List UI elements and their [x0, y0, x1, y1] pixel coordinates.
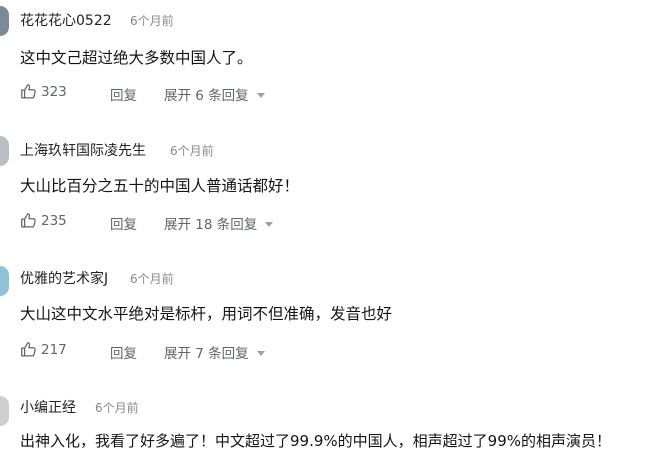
avatar[interactable]: [0, 136, 9, 166]
comment-time: 6个月前: [130, 272, 174, 286]
avatar[interactable]: [0, 396, 9, 426]
expand-replies-button[interactable]: 展开 18 条回复: [164, 213, 274, 233]
expand-replies-button[interactable]: 展开 6 条回复: [164, 84, 265, 104]
thumbs-up-icon: [21, 213, 36, 228]
comment-text: 这中文己超过绝大多数中国人了。: [20, 49, 253, 67]
comment-time: 6个月前: [170, 144, 214, 158]
comment-username[interactable]: 小编正经: [20, 397, 76, 417]
chevron-down-icon: [265, 222, 274, 227]
comment-text: 大山比百分之五十的中国人普通话都好！: [20, 177, 300, 195]
like-count: 235: [41, 213, 67, 229]
avatar[interactable]: [0, 266, 9, 296]
reply-button[interactable]: 回复: [110, 342, 137, 362]
reply-button[interactable]: 回复: [110, 84, 137, 104]
comment-time: 6个月前: [95, 401, 139, 415]
reply-button[interactable]: 回复: [110, 213, 137, 233]
comment-username[interactable]: 花花花心0522: [20, 10, 112, 30]
thumbs-up-icon: [21, 84, 36, 99]
expand-replies-label: 展开 6 条回复: [164, 88, 249, 104]
comment-username[interactable]: 优雅的艺术家J: [20, 268, 108, 288]
expand-replies-label: 展开 18 条回复: [164, 217, 258, 233]
comment-time: 6个月前: [130, 14, 174, 28]
chevron-down-icon: [256, 351, 265, 356]
expand-replies-label: 展开 7 条回复: [164, 346, 249, 362]
comment-text: 出神入化，我看了好多遍了！中文超过了99.9%的中国人，相声超过了99%的相声演…: [20, 432, 611, 450]
expand-replies-button[interactable]: 展开 7 条回复: [164, 342, 265, 362]
avatar[interactable]: [0, 6, 9, 36]
chevron-down-icon: [256, 93, 265, 98]
comment-text: 大山这中文水平绝对是标杆，用词不但准确，发音也好: [20, 305, 393, 323]
comment-username[interactable]: 上海玖轩国际凌先生: [20, 140, 146, 160]
like-count: 323: [41, 84, 67, 100]
like-count: 217: [41, 342, 67, 358]
thumbs-up-icon: [21, 342, 36, 357]
